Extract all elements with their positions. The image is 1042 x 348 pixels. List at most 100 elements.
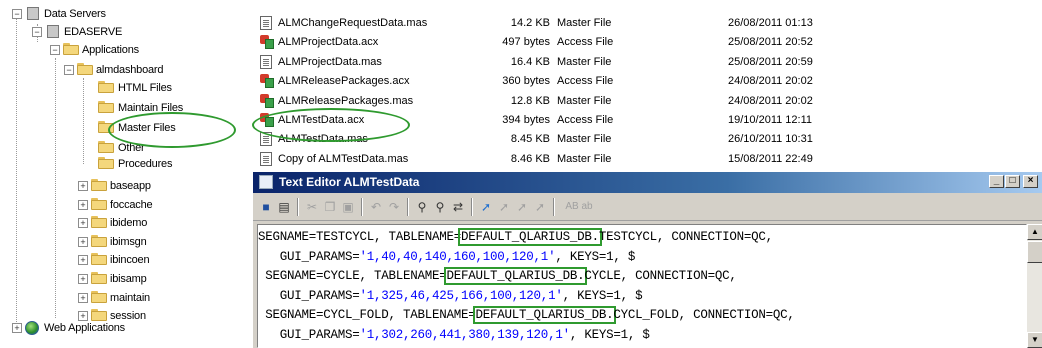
file-size: 8.46 KB <box>510 152 550 165</box>
folder-icon <box>91 234 107 249</box>
code-text: SEGNAME=CYCLE, TABLENAME= <box>258 269 447 283</box>
file-row[interactable]: ALMProjectData.acx 497 bytes Access File 25… <box>250 33 1042 51</box>
code-text: , KEYS=1, $ <box>569 327 650 342</box>
tree-node-label: baseapp <box>110 180 151 192</box>
tree-node-label: ibisamp <box>110 273 147 285</box>
scroll-down-button[interactable]: ▼ <box>1027 332 1042 348</box>
file-row[interactable]: ALMReleasePackages.mas 12.8 KB Master File… <box>250 92 1042 110</box>
file-list: Copy of ALMTestData.mas 8.46 KB Master Fil… <box>250 0 1042 172</box>
next-bookmark-icon[interactable]: ➚ <box>513 198 531 216</box>
tree-node-label: ibincoen <box>110 254 150 267</box>
folder-icon <box>63 43 79 57</box>
code-text-area[interactable]: SEGNAME=TESTCYCL, TABLENAME=DEFAULT_QLAR… <box>257 224 1027 348</box>
text-editor-window: Text Editor ALMTestData _ □ × ■ ▤ ✂ ❐ ▣ … <box>252 172 1042 348</box>
scroll-up-button[interactable]: ▲ <box>1027 224 1042 240</box>
find-next-icon[interactable]: ⚲ <box>431 198 449 216</box>
vertical-scrollbar[interactable]: ▲ ▼ <box>1027 224 1042 348</box>
highlight-circle <box>252 108 410 142</box>
file-type: Master File <box>557 152 612 165</box>
file-row[interactable]: ALMChangeRequestData.mas 14.2 KB Master Fi… <box>250 14 1042 32</box>
cut-icon[interactable]: ✂ <box>303 198 321 216</box>
file-date: 25/08/2011 20:52 <box>728 36 813 49</box>
paste-icon[interactable]: ▣ <box>339 198 357 216</box>
file-date: 19/10/2011 12:11 <box>728 114 813 126</box>
code-text: GUI_PARAMS= <box>258 288 360 303</box>
highlight-circle <box>108 112 236 148</box>
code-line: SEGNAME=CYCLE, TABLENAME=DEFAULT_QLARIUS… <box>258 267 737 285</box>
scroll-thumb[interactable] <box>1027 241 1042 263</box>
expand-toggle[interactable]: + <box>78 255 88 266</box>
tree-node-label: Web Applications <box>44 322 125 334</box>
editor-title-bar[interactable]: Text Editor ALMTestData _ □ × <box>253 172 1042 193</box>
code-text: GUI_PARAMS= <box>258 327 360 342</box>
file-size: 497 bytes <box>502 36 550 49</box>
clear-bookmarks-icon[interactable]: ➚ <box>531 198 549 216</box>
highlighted-db-prefix: DEFAULT_QLARIUS_DB. <box>443 267 588 285</box>
copy-icon[interactable]: ❐ <box>321 198 339 216</box>
toggle-bookmark-icon[interactable]: ➚ <box>495 198 513 216</box>
file-row[interactable]: ALMProjectData.mas 16.4 KB Master File 25/0… <box>250 53 1042 71</box>
tree-node-label: HTML Files <box>118 82 172 94</box>
case-toggle-button[interactable]: AB ab <box>559 198 599 216</box>
toolbar-separator <box>553 198 555 216</box>
file-name: ALMProjectData.acx <box>278 36 379 49</box>
server-tree: − Data Servers − EDASERVE − Applications… <box>0 0 250 348</box>
gui-params-value: '1,325,46,425,166,100,120,1' <box>359 288 563 303</box>
code-text: SEGNAME=CYCL_FOLD, TABLENAME= <box>258 308 476 322</box>
expand-toggle[interactable]: + <box>78 236 88 247</box>
file-row[interactable]: Copy of ALMTestData.mas 8.46 KB Master Fil… <box>250 150 1042 168</box>
server-group-icon <box>25 7 41 21</box>
close-button[interactable]: × <box>1023 175 1038 188</box>
bookmark-icon[interactable]: ➚ <box>477 198 495 216</box>
file-date: 25/08/2011 20:59 <box>728 55 813 68</box>
access-file-icon <box>260 35 274 50</box>
collapse-toggle[interactable]: − <box>12 9 22 19</box>
expand-toggle[interactable]: + <box>12 323 22 333</box>
replace-icon[interactable]: ⇄ <box>449 198 467 216</box>
file-name: ALMChangeRequestData.mas <box>278 17 428 29</box>
expand-toggle[interactable]: + <box>78 218 88 229</box>
tree-node-label: ibidemo <box>110 217 148 230</box>
collapse-toggle[interactable]: − <box>50 45 60 55</box>
master-file-icon <box>260 151 274 166</box>
save-icon[interactable]: ■ <box>257 198 275 216</box>
folder-icon <box>91 290 107 305</box>
minimize-button[interactable]: _ <box>989 175 1004 188</box>
file-type: Access File <box>557 114 614 126</box>
file-type: Master File <box>557 55 612 68</box>
toolbar-separator <box>407 198 409 216</box>
file-name: ALMReleasePackages.mas <box>278 94 414 107</box>
undo-icon[interactable]: ↶ <box>367 198 385 216</box>
file-date: 26/08/2011 01:13 <box>728 17 813 29</box>
editor-title: Text Editor ALMTestData <box>279 175 420 189</box>
collapse-toggle[interactable]: − <box>32 27 42 37</box>
file-type: Access File <box>557 75 614 88</box>
tree-connector <box>55 58 56 318</box>
expand-toggle[interactable]: + <box>78 199 88 210</box>
maximize-button[interactable]: □ <box>1005 175 1020 188</box>
collapse-toggle[interactable]: − <box>64 65 74 75</box>
file-size: 394 bytes <box>502 114 550 126</box>
expand-toggle[interactable]: + <box>78 181 88 191</box>
code-line: GUI_PARAMS='1,40,40,140,160,100,120,1', … <box>258 249 636 265</box>
code-line: GUI_PARAMS='1,302,260,441,380,139,120,1'… <box>258 327 650 343</box>
file-date: 26/10/2011 10:31 <box>728 133 813 146</box>
code-text: CYCL_FOLD, CONNECTION=QC, <box>613 308 795 322</box>
file-type: Master File <box>557 133 612 146</box>
expand-toggle[interactable]: + <box>78 292 88 303</box>
file-row[interactable]: ALMReleasePackages.acx 360 bytes Access Fi… <box>250 72 1042 90</box>
file-type: Access File <box>557 36 614 49</box>
tree-node-label: Data Servers <box>44 8 106 20</box>
redo-icon[interactable]: ↷ <box>385 198 403 216</box>
tree-connector <box>16 14 17 330</box>
file-size: 16.4 KB <box>510 55 550 68</box>
expand-toggle[interactable]: + <box>78 274 88 284</box>
folder-icon <box>91 179 107 193</box>
master-file-icon <box>260 54 274 69</box>
folder-icon <box>77 63 93 77</box>
tree-node-label: EDASERVE <box>64 26 123 38</box>
find-icon[interactable]: ⚲ <box>413 198 431 216</box>
gui-params-value: '1,40,40,140,160,100,120,1' <box>359 249 556 264</box>
print-icon[interactable]: ▤ <box>275 198 293 216</box>
code-text: , KEYS=1, $ <box>555 249 636 264</box>
